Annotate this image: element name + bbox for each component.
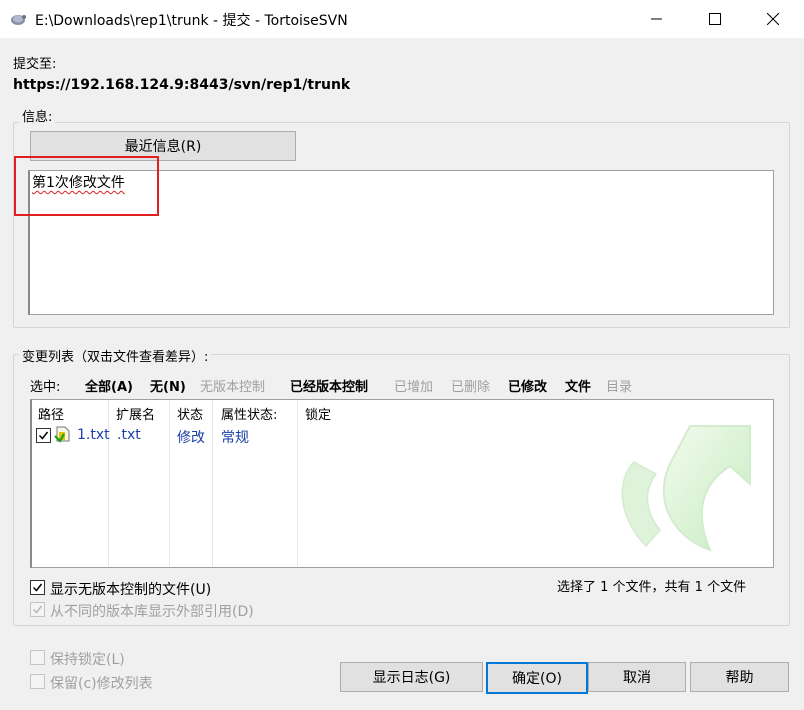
file-extension: .txt xyxy=(117,427,141,443)
column-separator xyxy=(297,400,298,566)
maximize-icon xyxy=(709,13,721,25)
title-bar: E:\Downloads\rep1\trunk - 提交 - TortoiseS… xyxy=(0,0,804,38)
changes-group-label: 变更列表（双击文件查看差异）: xyxy=(19,346,212,365)
cancel-button[interactable]: 取消 xyxy=(588,662,686,692)
highlight-annotation-box xyxy=(14,156,159,216)
column-header-path[interactable]: 路径 xyxy=(38,404,64,423)
checkmark-icon xyxy=(38,431,49,440)
close-button[interactable] xyxy=(744,0,802,38)
checkmark-icon xyxy=(32,583,43,592)
filter-all[interactable]: 全部(A) xyxy=(85,376,133,395)
filter-files[interactable]: 文件 xyxy=(565,376,591,395)
filter-versioned[interactable]: 已经版本控制 xyxy=(290,376,368,395)
selection-summary: 选择了 1 个文件，共有 1 个文件 xyxy=(557,580,747,595)
filter-deleted: 已删除 xyxy=(451,380,491,395)
window-title: E:\Downloads\rep1\trunk - 提交 - TortoiseS… xyxy=(35,13,348,29)
column-header-status[interactable]: 状态 xyxy=(177,404,203,423)
filter-added: 已增加 xyxy=(394,380,434,395)
filter-unversioned: 无版本控制 xyxy=(200,380,266,395)
keep-changelist-label: 保留(c)修改列表 xyxy=(50,676,153,692)
keep-locks-label: 保持锁定(L) xyxy=(50,652,125,668)
modified-file-icon xyxy=(54,426,70,443)
filter-directories: 目录 xyxy=(606,380,633,395)
commit-arrow-watermark-icon xyxy=(621,425,751,552)
file-row-checkbox[interactable] xyxy=(36,428,51,443)
column-separator xyxy=(108,400,109,566)
show-externals-checkbox xyxy=(30,602,45,617)
filter-modified[interactable]: 已修改 xyxy=(508,376,547,395)
minimize-button[interactable] xyxy=(628,0,686,38)
keep-locks-checkbox xyxy=(30,650,45,665)
show-log-button[interactable]: 显示日志(G) xyxy=(340,662,483,692)
keep-changelist-checkbox xyxy=(30,674,45,689)
file-path[interactable]: 1.txt xyxy=(77,427,110,443)
show-unversioned-label: 显示无版本控制的文件(U) xyxy=(50,582,212,598)
minimize-icon xyxy=(651,18,662,20)
show-unversioned-checkbox[interactable] xyxy=(30,580,45,595)
column-header-lock[interactable]: 锁定 xyxy=(305,404,331,423)
close-icon xyxy=(767,13,779,25)
message-group-label: 信息: xyxy=(19,106,56,125)
filter-none[interactable]: 无(N) xyxy=(150,376,186,395)
checkmark-icon xyxy=(32,605,43,614)
column-separator xyxy=(212,400,213,566)
file-property-status: 常规 xyxy=(221,430,249,446)
column-separator xyxy=(169,400,170,566)
select-label: 选中: xyxy=(30,380,61,395)
maximize-button[interactable] xyxy=(686,0,744,38)
help-button[interactable]: 帮助 xyxy=(690,662,789,692)
column-header-property-status[interactable]: 属性状态: xyxy=(221,404,277,423)
column-header-extension[interactable]: 扩展名 xyxy=(116,404,155,423)
commit-url: https://192.168.124.9:8443/svn/rep1/trun… xyxy=(13,77,351,93)
file-status: 修改 xyxy=(177,430,205,446)
show-externals-label: 从不同的版本库显示外部引用(D) xyxy=(50,604,254,620)
ok-button[interactable]: 确定(O) xyxy=(486,662,588,694)
commit-to-label: 提交至: xyxy=(13,57,57,72)
tortoisesvn-app-icon xyxy=(11,15,26,25)
